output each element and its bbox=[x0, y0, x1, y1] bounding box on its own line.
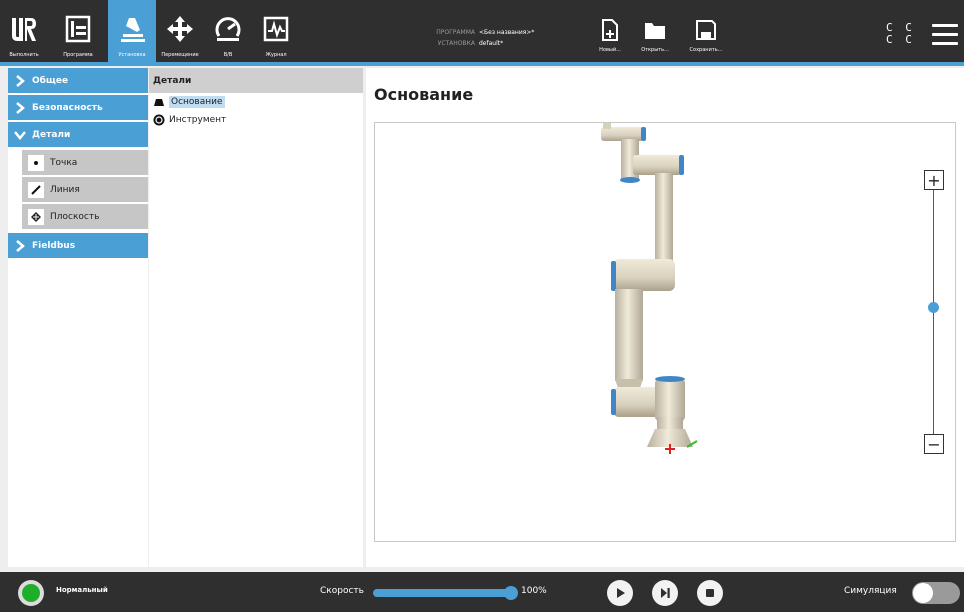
nav-run-label: Выполнить bbox=[9, 52, 39, 58]
sidebar-item-label: Безопасность bbox=[32, 102, 103, 113]
nav-run-button[interactable]: Выполнить bbox=[0, 0, 48, 62]
tool-icon bbox=[153, 114, 165, 126]
program-key: ПРОГРАММА bbox=[436, 29, 475, 36]
zoom-in-button[interactable]: + bbox=[924, 170, 944, 190]
sidebar-item-label: Fieldbus bbox=[32, 240, 76, 251]
simulation-toggle[interactable] bbox=[912, 582, 960, 604]
nav-installation-label: Установка bbox=[118, 52, 146, 58]
nav-program-label: Программа bbox=[63, 52, 93, 58]
nav-log-label: Журнал bbox=[265, 52, 287, 58]
speed-slider-fill bbox=[373, 589, 513, 597]
point-icon bbox=[28, 154, 44, 171]
hamburger-menu-icon[interactable] bbox=[932, 24, 958, 46]
tree-item-base[interactable]: Основание bbox=[149, 93, 363, 111]
zoom-slider-handle[interactable] bbox=[928, 302, 939, 313]
installation-key: УСТАНОВКА bbox=[437, 40, 475, 47]
new-file-icon bbox=[590, 18, 630, 42]
nav-log-button[interactable]: Журнал bbox=[252, 0, 300, 62]
play-icon bbox=[614, 584, 626, 603]
chevron-right-icon bbox=[8, 101, 32, 114]
step-icon bbox=[659, 584, 671, 603]
stop-button[interactable] bbox=[697, 580, 723, 606]
features-tree: Детали Основание Инструмент bbox=[149, 68, 363, 567]
sidebar-item-label: Детали bbox=[32, 129, 71, 140]
cc-indicator: C C C C bbox=[886, 22, 915, 46]
tree-item-tool[interactable]: Инструмент bbox=[149, 111, 363, 129]
log-icon bbox=[252, 14, 300, 44]
nav-installation-button[interactable]: Установка bbox=[108, 0, 156, 62]
installation-icon bbox=[108, 14, 156, 44]
step-button[interactable] bbox=[652, 580, 678, 606]
speed-slider-handle[interactable] bbox=[504, 586, 518, 600]
program-icon bbox=[54, 14, 102, 44]
bottom-status-bar: Нормальный Скорость 100% Симуляция bbox=[0, 572, 964, 612]
simulation-label: Симуляция bbox=[844, 586, 897, 596]
nav-move-label: Перемещение bbox=[161, 52, 199, 58]
ur-logo-icon bbox=[0, 14, 48, 44]
speed-slider-track[interactable] bbox=[373, 589, 513, 597]
nav-program-button[interactable]: Программа bbox=[54, 0, 102, 62]
folder-icon bbox=[635, 18, 675, 42]
sidebar-item-general[interactable]: Общее bbox=[8, 68, 148, 93]
sidebar-item-fieldbus[interactable]: Fieldbus bbox=[8, 233, 148, 258]
nav-io-button[interactable]: В/В bbox=[204, 0, 252, 62]
speed-value: 100% bbox=[521, 586, 547, 596]
sidebar-item-label: Общее bbox=[32, 75, 69, 86]
move-icon bbox=[156, 14, 204, 44]
open-file-label: Открыть... bbox=[641, 47, 669, 53]
tree-header: Детали bbox=[149, 68, 363, 93]
sidebar-item-safety[interactable]: Безопасность bbox=[8, 95, 148, 120]
toggle-knob bbox=[913, 583, 933, 603]
stop-icon bbox=[704, 584, 716, 603]
program-info: ПРОГРАММА <Без названия>* УСТАНОВКА defaul… bbox=[410, 27, 534, 49]
installation-name: default* bbox=[479, 40, 504, 47]
nav-io-label: В/В bbox=[223, 52, 233, 58]
cc-line-2: C C bbox=[886, 33, 915, 46]
sidebar-subitem-label: Точка bbox=[50, 157, 78, 168]
robot-3d-view[interactable] bbox=[374, 122, 956, 542]
save-file-label: Сохранить... bbox=[689, 47, 723, 53]
chevron-right-icon bbox=[8, 74, 32, 87]
save-icon bbox=[686, 18, 726, 42]
sidebar-subitem-label: Линия bbox=[50, 184, 80, 195]
new-file-button[interactable]: Новый... bbox=[590, 18, 630, 58]
robot-status-icon[interactable] bbox=[18, 580, 44, 606]
page-title: Основание bbox=[374, 85, 474, 104]
plane-icon bbox=[28, 208, 44, 225]
sidebar-subitem-point[interactable]: Точка bbox=[22, 150, 148, 175]
installation-sidebar: Общее Безопасность Детали Точка Линия Пл… bbox=[8, 68, 148, 567]
tree-item-label: Инструмент bbox=[169, 115, 227, 125]
chevron-down-icon bbox=[8, 130, 32, 140]
nav-move-button[interactable]: Перемещение bbox=[156, 0, 204, 62]
io-icon bbox=[204, 14, 252, 44]
line-icon bbox=[28, 181, 44, 198]
program-name: <Без названия>* bbox=[479, 29, 535, 36]
sidebar-subitem-line[interactable]: Линия bbox=[22, 177, 148, 202]
save-file-button[interactable]: Сохранить... bbox=[686, 18, 726, 58]
play-button[interactable] bbox=[607, 580, 633, 606]
robot-arm-image bbox=[601, 123, 698, 454]
chevron-right-icon bbox=[8, 239, 32, 252]
header-accent-line bbox=[0, 62, 964, 66]
sidebar-subitem-plane[interactable]: Плоскость bbox=[22, 204, 148, 229]
polyscope-app: Выполнить Программа Установка Перемещени… bbox=[0, 0, 964, 612]
top-toolbar: Выполнить Программа Установка Перемещени… bbox=[0, 0, 964, 62]
feature-detail-panel: Основание + − bbox=[366, 68, 964, 567]
tree-item-label: Основание bbox=[169, 96, 225, 108]
sidebar-subitem-label: Плоскость bbox=[50, 211, 100, 222]
sidebar-item-features[interactable]: Детали bbox=[8, 122, 148, 147]
open-file-button[interactable]: Открыть... bbox=[635, 18, 675, 58]
speed-label: Скорость bbox=[320, 586, 364, 596]
base-icon bbox=[153, 96, 165, 108]
zoom-out-button[interactable]: − bbox=[924, 434, 944, 454]
robot-status-text: Нормальный bbox=[56, 586, 108, 594]
